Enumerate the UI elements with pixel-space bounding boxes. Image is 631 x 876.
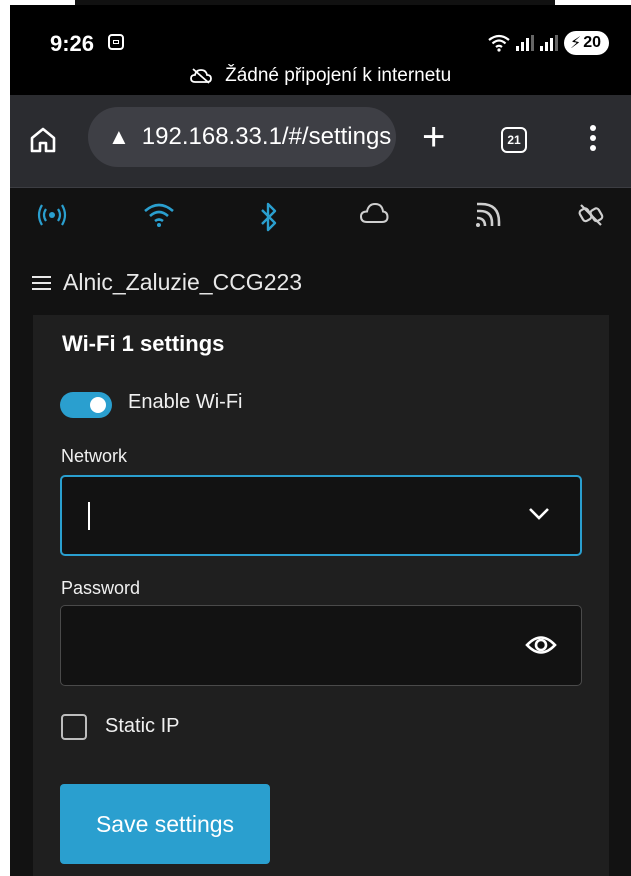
more-menu-icon[interactable] <box>590 125 596 155</box>
bluetooth-icon[interactable] <box>260 202 278 232</box>
app-nav-icons <box>10 188 631 244</box>
battery-level: 20 <box>583 34 601 51</box>
wifi-icon[interactable] <box>143 202 175 228</box>
menu-icon[interactable] <box>32 272 51 294</box>
status-bar: 9:26 ⚡ 20 Žádné připojení k internetu <box>10 5 631 95</box>
url-text[interactable]: 192.168.33.1/#/settings <box>142 123 392 151</box>
signal-icon-2 <box>539 35 558 51</box>
browser-toolbar: ▲ 192.168.33.1/#/settings + 21 <box>10 95 631 188</box>
wifi-status-icon <box>488 34 510 52</box>
static-ip-label[interactable]: Static IP <box>105 715 179 738</box>
save-settings-button[interactable]: Save settings <box>60 784 270 864</box>
screenshot-icon <box>108 34 124 50</box>
signal-icon-1 <box>515 35 534 51</box>
toggle-knob <box>90 397 106 413</box>
charging-icon: ⚡ <box>569 35 582 52</box>
clock: 9:26 <box>50 31 95 56</box>
status-icons: ⚡ 20 <box>488 31 609 55</box>
static-ip-checkbox[interactable] <box>61 714 87 740</box>
cloud-off-icon <box>189 68 212 84</box>
card-title: Wi-Fi 1 settings <box>62 331 225 356</box>
new-tab-button[interactable]: + <box>422 113 445 161</box>
password-field[interactable] <box>60 605 582 686</box>
wifi-ap-icon[interactable] <box>37 202 67 228</box>
device-title: Alnic_Zaluzie_CCG223 <box>63 269 303 295</box>
tab-switcher-button[interactable]: 21 <box>501 127 527 153</box>
cloud-icon[interactable] <box>359 202 389 224</box>
enable-wifi-label[interactable]: Enable Wi-Fi <box>128 391 242 414</box>
offline-text: Žádné připojení k internetu <box>225 65 452 86</box>
network-select[interactable] <box>60 475 582 556</box>
offline-banner: Žádné připojení k internetu <box>10 65 631 87</box>
chevron-down-icon[interactable] <box>528 507 550 521</box>
app-header: Alnic_Zaluzie_CCG223 <box>32 269 302 296</box>
network-label: Network <box>61 446 128 466</box>
link-off-icon[interactable] <box>578 202 604 228</box>
battery-indicator: ⚡ 20 <box>563 31 609 55</box>
password-label: Password <box>61 578 141 598</box>
text-caret <box>88 502 90 530</box>
eye-icon[interactable] <box>525 630 557 660</box>
warning-icon[interactable]: ▲ <box>108 124 130 150</box>
mqtt-icon[interactable] <box>475 202 501 228</box>
wifi-settings-card: Wi-Fi 1 settings Enable Wi-Fi Network Pa… <box>33 315 609 876</box>
home-icon[interactable] <box>28 125 58 155</box>
address-bar[interactable]: ▲ 192.168.33.1/#/settings <box>88 107 396 167</box>
enable-wifi-toggle[interactable] <box>60 392 112 418</box>
phone-screen: 9:26 ⚡ 20 Žádné připojení k internetu ▲ … <box>10 5 631 876</box>
